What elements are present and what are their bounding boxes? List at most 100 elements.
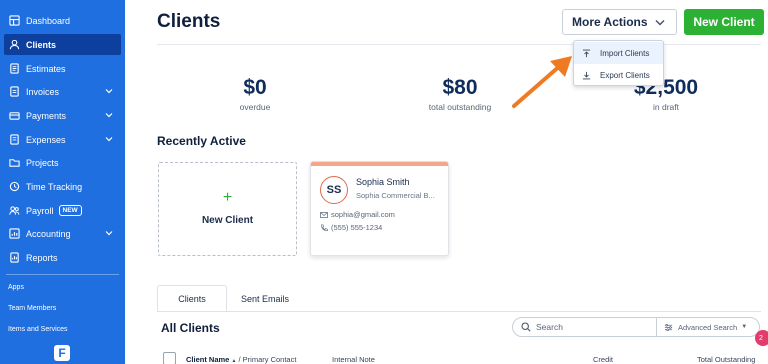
sidebar-item-accounting[interactable]: Accounting	[4, 223, 121, 244]
sidebar-item-label: Reports	[26, 252, 58, 263]
chevron-down-icon[interactable]	[103, 227, 115, 239]
stat-label: total outstanding	[428, 102, 492, 112]
column-header-internal-note[interactable]: Internal Note	[332, 355, 375, 364]
sidebar-item-label: Dashboard	[26, 15, 71, 26]
recently-active-heading: Recently Active	[157, 134, 246, 148]
stat-total-outstanding: $80 total outstanding	[410, 76, 510, 112]
sidebar-item-dashboard[interactable]: Dashboard	[4, 10, 121, 31]
sidebar-item-label: Payroll	[26, 205, 54, 216]
sidebar-item-label: Expenses	[26, 134, 66, 145]
sidebar-item-clients[interactable]: Clients	[4, 34, 121, 55]
advanced-search-label: Advanced Search	[678, 322, 738, 332]
sort-indicator-icon: ▲	[231, 358, 237, 364]
clients-icon	[9, 39, 20, 50]
all-clients-heading: All Clients	[161, 321, 220, 335]
sidebar-item-payments[interactable]: Payments	[4, 105, 121, 126]
notification-badge[interactable]: 2	[755, 330, 768, 346]
stat-overdue: $0 overdue	[205, 76, 305, 112]
sidebar: Dashboard Clients Estimates Invoices Pay…	[0, 0, 125, 364]
sidebar-item-invoices[interactable]: Invoices	[4, 81, 121, 102]
new-client-button[interactable]: New Client	[684, 9, 764, 35]
tab-clients[interactable]: Clients	[157, 285, 227, 312]
chevron-down-icon[interactable]	[103, 133, 115, 145]
more-actions-dropdown: Import Clients Export Clients	[573, 40, 664, 86]
import-clients-menu-item[interactable]: Import Clients	[574, 42, 663, 64]
chevron-down-icon[interactable]	[103, 85, 115, 97]
payroll-icon	[9, 205, 20, 216]
caret-down-icon: ▼	[741, 324, 748, 330]
freshbooks-logo[interactable]: F	[54, 345, 70, 361]
column-header-client-name[interactable]: Client Name ▲ / Primary Contact	[186, 355, 296, 364]
new-client-card-label: New Client	[201, 215, 254, 226]
upload-icon	[582, 49, 591, 57]
stat-label: overdue	[239, 102, 271, 112]
sidebar-link-apps[interactable]: Apps	[8, 284, 24, 291]
select-all-checkbox[interactable]	[163, 352, 176, 364]
clock-icon	[9, 181, 20, 192]
sidebar-link-items-and-services[interactable]: Items and Services	[8, 326, 68, 333]
filter-icon	[664, 323, 673, 331]
stat-label: in draft	[653, 102, 679, 112]
accounting-icon	[9, 228, 20, 239]
search-icon	[521, 322, 531, 332]
card-accent-bar	[311, 162, 448, 166]
invoices-icon	[9, 86, 20, 97]
mail-icon	[320, 211, 328, 218]
dashboard-icon	[9, 15, 20, 26]
sidebar-item-reports[interactable]: Reports	[4, 247, 121, 268]
sidebar-item-label: Payments	[26, 110, 67, 121]
client-name: Sophia Smith	[356, 177, 410, 187]
sidebar-item-label: Projects	[26, 157, 59, 168]
tabs-divider	[157, 311, 761, 312]
stat-value: $0	[243, 76, 267, 99]
sidebar-item-label: Time Tracking	[26, 181, 83, 192]
reports-icon	[9, 252, 20, 263]
expenses-icon	[9, 134, 20, 145]
column-header-credit[interactable]: Credit	[593, 355, 613, 364]
tab-sent-emails[interactable]: Sent Emails	[229, 285, 301, 312]
client-phone-line: (555) 555-1234	[320, 223, 382, 232]
sidebar-item-time-tracking[interactable]: Time Tracking	[4, 176, 121, 197]
page-title: Clients	[157, 11, 221, 32]
sidebar-item-label: Invoices	[26, 86, 60, 97]
more-actions-button[interactable]: More Actions	[562, 9, 677, 35]
chevron-down-icon[interactable]	[103, 109, 115, 121]
plus-icon: +	[222, 189, 233, 206]
sidebar-divider	[6, 274, 119, 275]
payments-icon	[9, 110, 20, 121]
new-badge: NEW	[58, 205, 82, 216]
client-phone: (555) 555-1234	[331, 223, 383, 232]
sidebar-item-label: Clients	[26, 39, 57, 50]
chevron-down-icon	[655, 19, 665, 26]
estimates-icon	[9, 63, 20, 74]
more-actions-label: More Actions	[572, 15, 648, 29]
projects-icon	[9, 157, 20, 168]
download-icon	[582, 71, 591, 79]
header-divider	[157, 44, 761, 45]
sidebar-item-estimates[interactable]: Estimates	[4, 58, 121, 79]
menu-item-label: Import Clients	[600, 48, 650, 58]
sidebar-item-payroll[interactable]: Payroll NEW	[4, 200, 121, 221]
avatar: SS	[320, 176, 348, 204]
client-email: sophia@gmail.com	[331, 210, 395, 219]
client-card[interactable]: SS Sophia Smith Sophia Commercial B... s…	[310, 161, 449, 256]
sidebar-item-label: Accounting	[26, 228, 71, 239]
new-client-card[interactable]: + New Client	[158, 162, 297, 256]
sidebar-item-expenses[interactable]: Expenses	[4, 129, 121, 150]
stat-value: $80	[442, 76, 478, 99]
annotation-arrow-icon	[512, 56, 572, 108]
column-client-name-label: Client Name	[186, 355, 230, 364]
sidebar-item-label: Estimates	[26, 63, 66, 74]
phone-icon	[321, 223, 328, 231]
column-header-total-outstanding[interactable]: Total Outstanding	[697, 355, 755, 364]
sidebar-item-projects[interactable]: Projects	[4, 152, 121, 173]
advanced-search-button[interactable]: Advanced Search ▼	[656, 318, 747, 336]
sidebar-link-team-members[interactable]: Team Members	[8, 305, 56, 312]
search-input[interactable]	[536, 322, 646, 332]
column-primary-contact-label: / Primary Contact	[238, 355, 297, 364]
client-search-box: Advanced Search ▼	[512, 317, 760, 337]
export-clients-menu-item[interactable]: Export Clients	[574, 64, 663, 86]
client-email-line: sophia@gmail.com	[320, 210, 395, 219]
menu-item-label: Export Clients	[600, 70, 650, 80]
client-organization: Sophia Commercial B...	[356, 191, 435, 200]
